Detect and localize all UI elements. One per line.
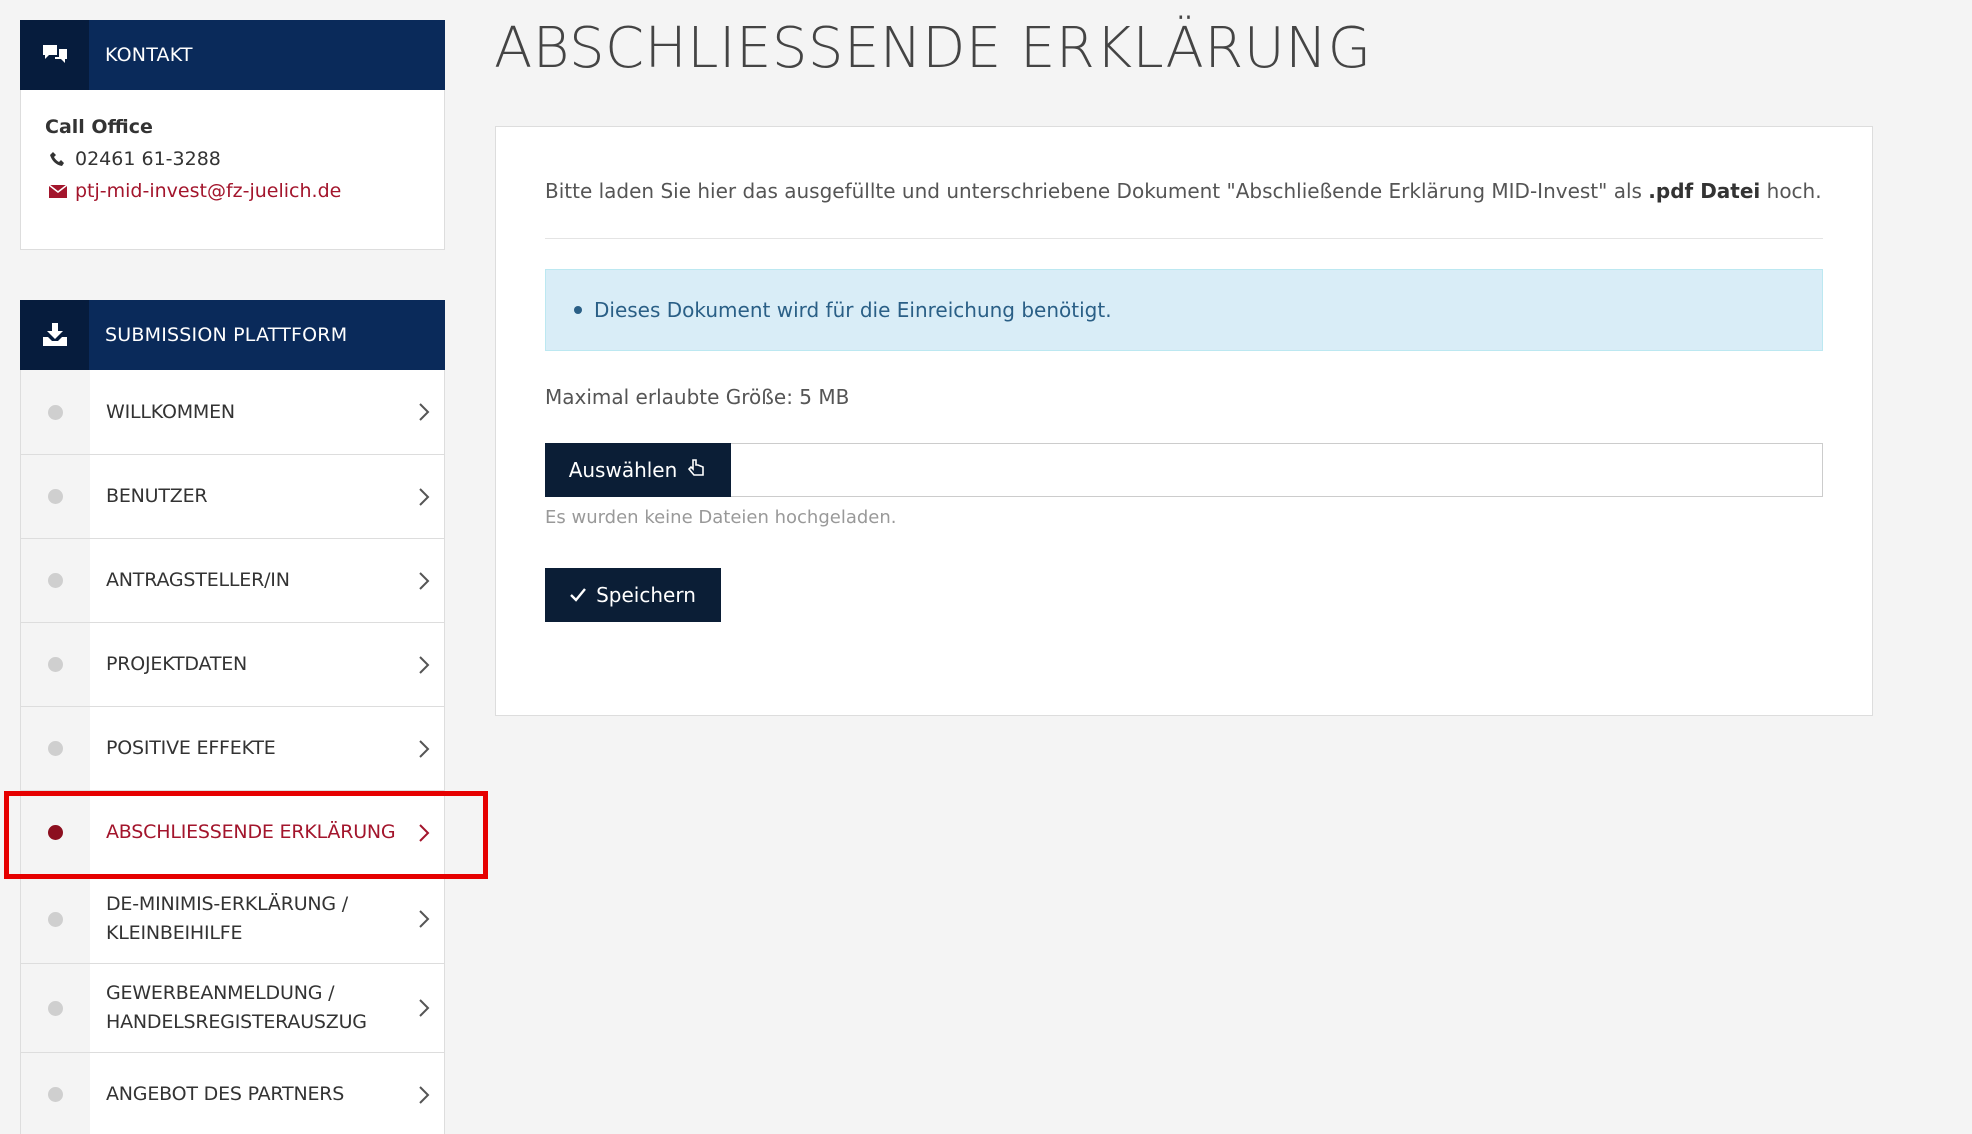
- active-status-dot: [48, 825, 63, 840]
- intro-text-end: hoch.: [1760, 179, 1822, 203]
- contact-name: Call Office: [45, 116, 153, 138]
- contact-header: KONTAKT: [20, 20, 445, 90]
- nav-item-label: WILLKOMMEN: [106, 400, 235, 423]
- status-dot: [48, 911, 63, 927]
- submission-header: SUBMISSION PLATTFORM: [20, 300, 445, 370]
- nav-item-projektdaten[interactable]: PROJEKTDATEN: [21, 622, 444, 706]
- nav-item-antragsteller[interactable]: ANTRAGSTELLER/IN: [21, 538, 444, 622]
- status-dot: [48, 657, 63, 672]
- status-dot: [48, 1087, 63, 1102]
- status-dot: [48, 404, 63, 420]
- nav-item-gewerbeanmeldung[interactable]: GEWERBEANMELDUNG / HANDELSREGISTERAUSZUG: [21, 963, 444, 1052]
- chevron-right-icon: [404, 739, 444, 759]
- chevron-right-icon: [404, 487, 444, 507]
- info-text: Dieses Dokument wird für die Einreichung…: [594, 298, 1112, 322]
- nav-item-willkommen[interactable]: WILLKOMMEN: [21, 370, 444, 454]
- page-title: ABSCHLIESSENDE ERKLÄRUNG: [494, 16, 1372, 81]
- phone-icon: [45, 151, 71, 167]
- sidebar: KONTAKT Call Office 02461 61-3288 ptj-mi…: [20, 20, 445, 1134]
- chevron-right-icon: [404, 823, 444, 843]
- nav-item-label: BENUTZER: [106, 485, 208, 507]
- status-dot: [48, 489, 63, 504]
- checkmark-icon: [570, 583, 587, 607]
- bullet-icon: [574, 306, 582, 314]
- divider: [545, 238, 1823, 239]
- info-alert: Dieses Dokument wird für die Einreichung…: [545, 269, 1823, 351]
- no-files-hint: Es wurden keine Dateien hochgeladen.: [545, 507, 897, 528]
- hand-pointer-icon: [687, 458, 707, 483]
- status-dot: [48, 1000, 63, 1016]
- choose-file-label: Auswählen: [568, 458, 678, 482]
- submission-nav: WILLKOMMEN BENUTZER ANTRAGSTELLER/IN PRO…: [20, 370, 445, 1134]
- nav-item-positive-effekte[interactable]: POSITIVE EFFEKTE: [21, 706, 444, 790]
- intro-text-start: Bitte laden Sie hier das ausgefüllte und…: [545, 179, 1649, 203]
- nav-item-label: PROJEKTDATEN: [106, 653, 248, 675]
- chat-icon: [20, 20, 89, 90]
- contact-phone-text: 02461 61-3288: [75, 148, 221, 170]
- nav-item-benutzer[interactable]: BENUTZER: [21, 454, 444, 538]
- chevron-right-icon: [404, 655, 444, 675]
- envelope-icon: [45, 184, 71, 198]
- save-label: Speichern: [596, 583, 696, 607]
- intro-text-bold: .pdf Datei: [1648, 179, 1761, 203]
- nav-item-de-minimis[interactable]: DE-MINIMIS-ERKLÄRUNG / KLEINBEIHILFE: [21, 874, 444, 963]
- status-dot: [48, 741, 63, 756]
- status-dot: [48, 573, 63, 588]
- nav-item-abschliessende-erklaerung[interactable]: ABSCHLIESSENDE ERKLÄRUNG: [21, 790, 444, 874]
- download-icon: [20, 300, 89, 370]
- nav-item-label: ANTRAGSTELLER/IN: [106, 569, 290, 591]
- contact-phone: 02461 61-3288: [45, 148, 420, 170]
- save-button[interactable]: Speichern: [545, 568, 721, 622]
- chevron-right-icon: [404, 1085, 444, 1105]
- nav-item-label: GEWERBEANMELDUNG / HANDELSREGISTERAUSZUG: [106, 982, 367, 1033]
- contact-email-link[interactable]: ptj-mid-invest@fz-juelich.de: [75, 180, 341, 202]
- nav-item-angebot-des-partners[interactable]: ANGEBOT DES PARTNERS: [21, 1052, 444, 1134]
- choose-file-button[interactable]: Auswählen: [545, 443, 731, 497]
- submission-title: SUBMISSION PLATTFORM: [105, 324, 348, 346]
- file-upload: Auswählen: [545, 443, 1823, 497]
- contact-body: Call Office 02461 61-3288 ptj-mid-invest…: [20, 90, 445, 250]
- chevron-right-icon: [404, 571, 444, 591]
- contact-email[interactable]: ptj-mid-invest@fz-juelich.de: [45, 180, 420, 202]
- file-name-field[interactable]: [731, 443, 1823, 497]
- nav-item-label: POSITIVE EFFEKTE: [106, 737, 276, 759]
- contact-title: KONTAKT: [105, 44, 193, 66]
- nav-item-label: ANGEBOT DES PARTNERS: [106, 1083, 345, 1105]
- intro-text: Bitte laden Sie hier das ausgefüllte und…: [545, 179, 1823, 203]
- upload-card: Bitte laden Sie hier das ausgefüllte und…: [495, 126, 1873, 716]
- nav-item-label: DE-MINIMIS-ERKLÄRUNG / KLEINBEIHILFE: [106, 893, 348, 944]
- chevron-right-icon: [404, 402, 444, 422]
- chevron-right-icon: [404, 998, 444, 1018]
- max-size-text: Maximal erlaubte Größe: 5 MB: [545, 385, 850, 409]
- chevron-right-icon: [404, 909, 444, 929]
- nav-item-label: ABSCHLIESSENDE ERKLÄRUNG: [106, 821, 396, 843]
